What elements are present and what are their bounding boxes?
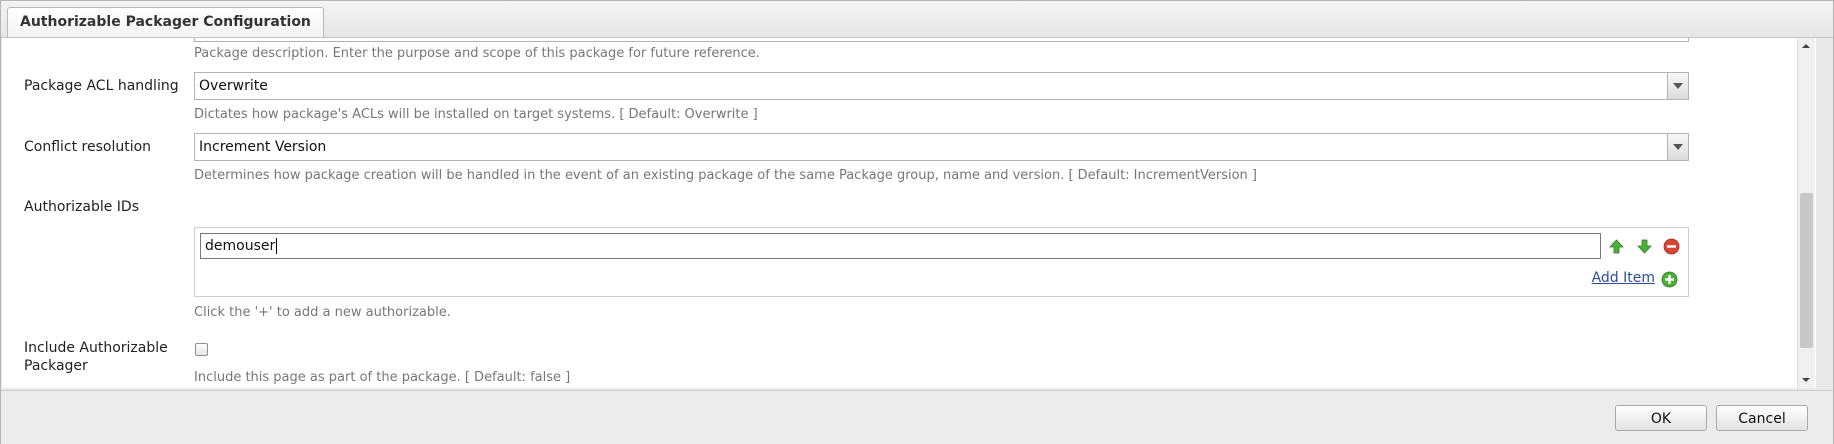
scroll-down-icon[interactable] bbox=[1798, 372, 1815, 388]
acl-handling-help: Dictates how package's ACLs will be inst… bbox=[194, 107, 758, 122]
description-field[interactable] bbox=[194, 38, 1689, 42]
authorizable-ids-help: Click the '+' to add a new authorizable. bbox=[194, 305, 451, 320]
configuration-dialog: Authorizable Packager Configuration Pack… bbox=[0, 0, 1834, 444]
scroll-up-icon[interactable] bbox=[1798, 38, 1815, 54]
add-icon[interactable] bbox=[1661, 271, 1678, 288]
acl-handling-label: Package ACL handling bbox=[24, 78, 179, 94]
add-item-link[interactable]: Add Item bbox=[1592, 270, 1655, 286]
chevron-down-icon[interactable] bbox=[1667, 134, 1688, 160]
description-help: Package description. Enter the purpose a… bbox=[194, 46, 760, 61]
acl-handling-select[interactable]: Overwrite bbox=[194, 72, 1689, 100]
dialog-footer: OK Cancel bbox=[1, 390, 1833, 444]
conflict-resolution-help: Determines how package creation will be … bbox=[194, 168, 1257, 183]
conflict-resolution-select[interactable]: Increment Version bbox=[194, 133, 1689, 161]
scrollbar-thumb[interactable] bbox=[1800, 193, 1813, 348]
form-content: Package description. Enter the purpose a… bbox=[2, 38, 1816, 388]
conflict-resolution-label: Conflict resolution bbox=[24, 139, 152, 155]
arrow-down-icon[interactable] bbox=[1636, 238, 1653, 255]
cancel-button[interactable]: Cancel bbox=[1716, 405, 1808, 431]
vertical-scrollbar[interactable] bbox=[1797, 38, 1815, 388]
acl-handling-value: Overwrite bbox=[199, 78, 268, 94]
ok-button[interactable]: OK bbox=[1615, 405, 1707, 431]
include-page-label: Include Authorizable Packager bbox=[24, 340, 168, 374]
remove-icon[interactable] bbox=[1663, 238, 1680, 255]
authorizable-ids-multifield: demouser Add Item bbox=[194, 227, 1689, 297]
authorizable-ids-label: Authorizable IDs bbox=[24, 199, 139, 215]
tab-authorizable-packager-configuration[interactable]: Authorizable Packager Configuration bbox=[7, 7, 324, 37]
include-page-help: Include this page as part of the package… bbox=[194, 370, 571, 385]
tab-strip: Authorizable Packager Configuration bbox=[1, 1, 1833, 38]
conflict-resolution-value: Increment Version bbox=[199, 139, 327, 155]
chevron-down-icon[interactable] bbox=[1667, 73, 1688, 99]
arrow-up-icon[interactable] bbox=[1608, 238, 1625, 255]
authorizable-id-input[interactable]: demouser bbox=[200, 233, 1601, 259]
include-page-checkbox[interactable] bbox=[195, 343, 208, 356]
